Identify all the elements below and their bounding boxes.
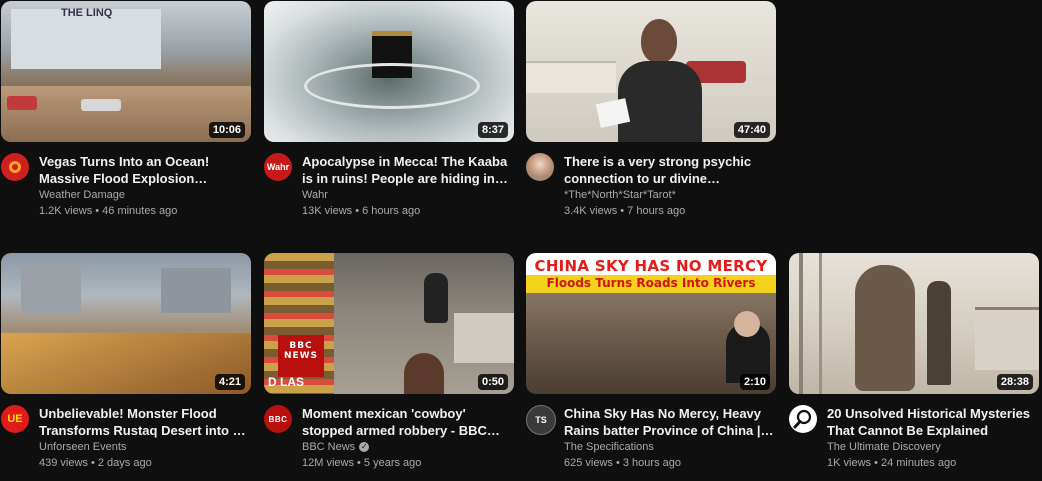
- thumbnail-subheadline: Floods Turns Roads Into Rivers: [546, 276, 756, 290]
- wahr-avatar-icon[interactable]: Wahr: [264, 153, 292, 181]
- video-duration: 47:40: [733, 122, 770, 138]
- video-stats: 13K views • 6 hours ago: [302, 205, 421, 217]
- video-title[interactable]: Vegas Turns Into an Ocean! Massive Flood…: [39, 153, 249, 187]
- video-title[interactable]: There is a very strong psychic connectio…: [564, 153, 774, 187]
- video-card[interactable]: THE LINQ 10:06 Vegas Turns Into an Ocean…: [1, 1, 251, 229]
- unforseen-events-avatar-icon[interactable]: UE: [1, 405, 29, 433]
- video-title[interactable]: Moment mexican 'cowboy' stopped armed ro…: [302, 405, 512, 439]
- video-duration: 10:06: [208, 122, 245, 138]
- video-thumbnail[interactable]: 8:37: [264, 1, 514, 142]
- video-duration: 0:50: [477, 374, 508, 390]
- thumbnail-caption: D LAS: [268, 375, 304, 389]
- thumbnail-sign: THE LINQ: [61, 7, 113, 19]
- bbc-news-avatar-icon[interactable]: BBC: [264, 405, 292, 433]
- video-title[interactable]: 20 Unsolved Historical Mysteries That Ca…: [827, 405, 1037, 439]
- tarot-avatar-icon[interactable]: [526, 153, 554, 181]
- channel-name[interactable]: BBC News ✓: [302, 441, 370, 453]
- video-card[interactable]: 47:40 There is a very strong psychic con…: [526, 1, 776, 229]
- channel-name[interactable]: *The*North*Star*Tarot*: [564, 189, 676, 201]
- video-duration: 4:21: [214, 374, 245, 390]
- video-thumbnail[interactable]: BBC NEWS D LAS 0:50: [264, 253, 514, 394]
- video-card[interactable]: CHINA SKY HAS NO MERCY Floods Turns Road…: [526, 253, 776, 481]
- video-card[interactable]: 28:38 20 Unsolved Historical Mysteries T…: [789, 253, 1039, 481]
- video-duration: 28:38: [996, 374, 1033, 390]
- channel-name[interactable]: The Ultimate Discovery: [827, 441, 941, 453]
- video-thumbnail[interactable]: CHINA SKY HAS NO MERCY Floods Turns Road…: [526, 253, 776, 394]
- video-card[interactable]: BBC NEWS D LAS 0:50 BBC Moment mexican '…: [264, 253, 514, 481]
- video-stats: 12M views • 5 years ago: [302, 457, 422, 469]
- video-duration: 8:37: [477, 122, 508, 138]
- video-card[interactable]: 8:37 Wahr Apocalypse in Mecca! The Kaaba…: [264, 1, 514, 229]
- video-title[interactable]: China Sky Has No Mercy, Heavy Rains batt…: [564, 405, 774, 439]
- the-specifications-avatar-icon[interactable]: TS: [526, 405, 556, 435]
- channel-name[interactable]: Unforseen Events: [39, 441, 126, 453]
- verified-check-icon: ✓: [359, 442, 370, 453]
- video-stats: 1K views • 24 minutes ago: [827, 457, 957, 469]
- video-thumbnail[interactable]: 4:21: [1, 253, 251, 394]
- video-card[interactable]: 4:21 UE Unbelievable! Monster Flood Tran…: [1, 253, 251, 481]
- video-thumbnail[interactable]: THE LINQ 10:06: [1, 1, 251, 142]
- video-stats: 625 views • 3 hours ago: [564, 457, 681, 469]
- channel-name[interactable]: Weather Damage: [39, 189, 125, 201]
- weather-damage-avatar-icon[interactable]: [1, 153, 29, 181]
- video-stats: 1.2K views • 46 minutes ago: [39, 205, 178, 217]
- video-stats: 439 views • 2 days ago: [39, 457, 152, 469]
- magnifier-avatar-icon[interactable]: [789, 405, 817, 433]
- video-title[interactable]: Apocalypse in Mecca! The Kaaba is in rui…: [302, 153, 512, 187]
- channel-name[interactable]: The Specifications: [564, 441, 654, 453]
- channel-name[interactable]: Wahr: [302, 189, 328, 201]
- video-stats: 3.4K views • 7 hours ago: [564, 205, 686, 217]
- thumbnail-headline: CHINA SKY HAS NO MERCY: [534, 257, 768, 275]
- bbc-news-logo: BBC NEWS: [278, 335, 324, 377]
- video-duration: 2:10: [739, 374, 770, 390]
- video-thumbnail[interactable]: 28:38: [789, 253, 1039, 394]
- video-thumbnail[interactable]: 47:40: [526, 1, 776, 142]
- video-title[interactable]: Unbelievable! Monster Flood Transforms R…: [39, 405, 249, 439]
